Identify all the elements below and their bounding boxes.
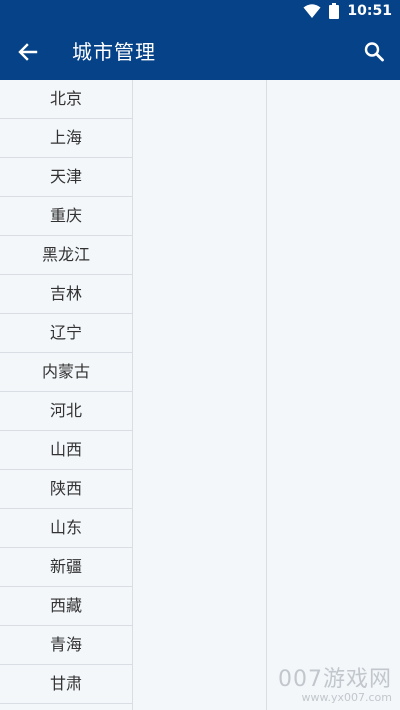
search-button[interactable]	[358, 36, 390, 68]
province-item-chongqing[interactable]: 重庆	[0, 197, 132, 236]
province-item-gansu[interactable]: 甘肃	[0, 665, 132, 704]
wifi-icon	[303, 4, 321, 18]
app-toolbar: 城市管理	[0, 24, 400, 80]
status-icons: 10:51	[303, 3, 392, 19]
page-title: 城市管理	[72, 40, 156, 64]
arrow-left-icon	[18, 43, 38, 61]
province-item-shanghai[interactable]: 上海	[0, 119, 132, 158]
province-item-beijing[interactable]: 北京	[0, 80, 132, 119]
province-item-qinghai[interactable]: 青海	[0, 626, 132, 665]
status-time: 10:51	[347, 3, 392, 19]
province-item-shandong[interactable]: 山东	[0, 509, 132, 548]
province-list[interactable]: 北京 上海 天津 重庆 黑龙江 吉林 辽宁 内蒙古 河北 山西 陕西 山东 新疆…	[0, 80, 133, 710]
back-button[interactable]	[12, 36, 44, 68]
watermark-main: 007游戏网	[278, 667, 392, 692]
province-item-xinjiang[interactable]: 新疆	[0, 548, 132, 587]
province-item-liaoning[interactable]: 辽宁	[0, 314, 132, 353]
search-icon	[364, 42, 384, 62]
province-item-heilongjiang[interactable]: 黑龙江	[0, 236, 132, 275]
city-list[interactable]	[133, 80, 267, 710]
province-item-shanxi[interactable]: 山西	[0, 431, 132, 470]
province-item-tianjin[interactable]: 天津	[0, 158, 132, 197]
battery-icon	[329, 3, 340, 19]
province-item-shaanxi[interactable]: 陕西	[0, 470, 132, 509]
province-item-hebei[interactable]: 河北	[0, 392, 132, 431]
province-item-neimenggu[interactable]: 内蒙古	[0, 353, 132, 392]
status-bar: 10:51	[0, 0, 400, 24]
city-selector: 北京 上海 天津 重庆 黑龙江 吉林 辽宁 内蒙古 河北 山西 陕西 山东 新疆…	[0, 80, 400, 710]
watermark: 007游戏网 www.yx007.com	[278, 661, 392, 704]
district-list[interactable]	[267, 80, 400, 710]
province-item-xizang[interactable]: 西藏	[0, 587, 132, 626]
province-item-jilin[interactable]: 吉林	[0, 275, 132, 314]
